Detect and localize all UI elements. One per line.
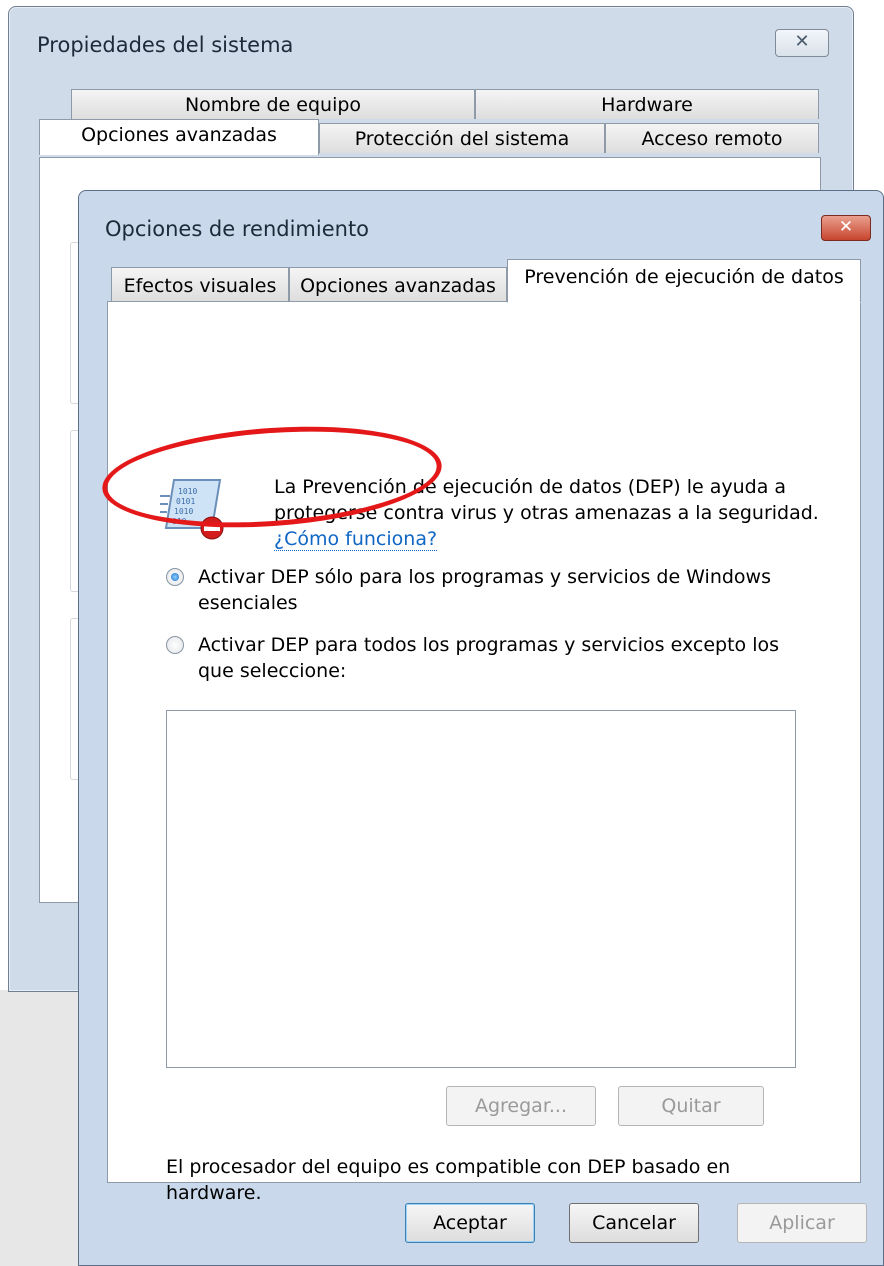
radio-button-selected[interactable]: [166, 568, 184, 586]
radio-all-label: Activar DEP para todos los programas y s…: [198, 634, 780, 682]
apply-button[interactable]: Aplicar: [737, 1203, 867, 1243]
close-button[interactable]: ✕: [821, 215, 871, 241]
program-exclusion-list[interactable]: [166, 710, 796, 1068]
tab-proteccion-del-sistema[interactable]: Protección del sistema: [319, 123, 605, 153]
cancel-button[interactable]: Cancelar: [569, 1203, 699, 1243]
remove-button[interactable]: Quitar: [618, 1086, 764, 1126]
tab-nombre-de-equipo[interactable]: Nombre de equipo: [71, 89, 475, 119]
performance-options-window: Opciones de rendimiento ✕ Efectos visual…: [78, 190, 884, 1266]
tab-opciones-avanzadas[interactable]: Opciones avanzadas: [289, 267, 507, 303]
close-icon: ✕: [838, 217, 854, 237]
close-icon: ✕: [794, 31, 810, 52]
window-title: Opciones de rendimiento: [105, 217, 370, 241]
radio-essential-label: Activar DEP sólo para los programas y se…: [198, 566, 771, 614]
background-desktop: [0, 990, 78, 1266]
tab-prevencion-ejecucion-datos[interactable]: Prevención de ejecución de datos: [507, 259, 861, 303]
hardware-support-text: El procesador del equipo es compatible c…: [166, 1156, 731, 1204]
how-it-works-link[interactable]: ¿Cómo funciona?: [274, 528, 438, 551]
tab-hardware[interactable]: Hardware: [475, 89, 819, 119]
window-title: Propiedades del sistema: [37, 33, 294, 57]
tab-opciones-avanzadas[interactable]: Opciones avanzadas: [39, 119, 319, 155]
ok-button[interactable]: Aceptar: [405, 1203, 535, 1243]
tab-acceso-remoto[interactable]: Acceso remoto: [605, 123, 819, 153]
tab-efectos-visuales[interactable]: Efectos visuales: [111, 267, 289, 303]
close-button[interactable]: ✕: [775, 29, 829, 57]
add-button[interactable]: Agregar...: [446, 1086, 596, 1126]
radio-button[interactable]: [166, 636, 184, 654]
